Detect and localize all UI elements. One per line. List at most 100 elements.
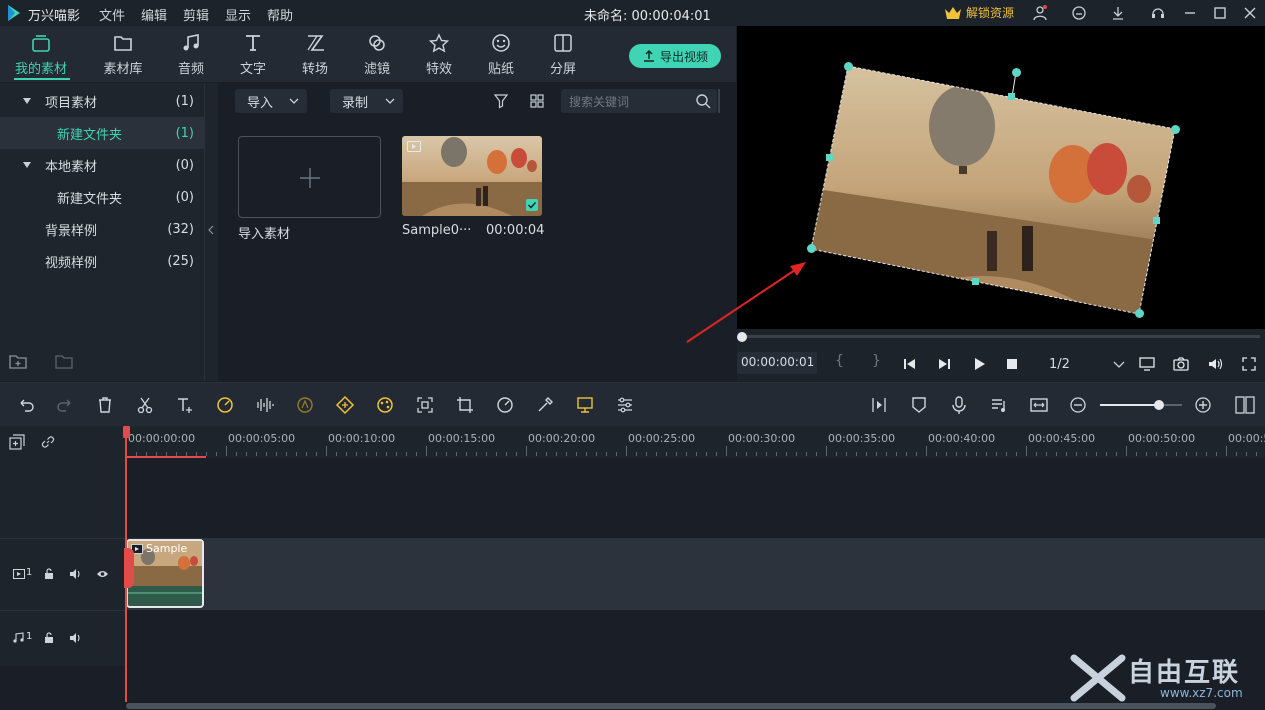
import-dropdown[interactable]: 导入	[235, 89, 307, 113]
zoom-slider-track[interactable]	[1100, 404, 1182, 406]
menu-edit[interactable]: 编辑	[141, 5, 167, 24]
quality-dropdown[interactable]: 1/2	[1037, 353, 1127, 375]
empty-track-area[interactable]	[126, 458, 1265, 538]
tree-item-new-folder-2[interactable]: 新建文件夹 (0)	[0, 181, 204, 213]
zoom-in-icon[interactable]	[1193, 395, 1213, 415]
display-monitor-icon[interactable]	[1139, 356, 1155, 372]
speaker-icon[interactable]	[69, 568, 82, 580]
menu-view[interactable]: 显示	[225, 5, 251, 24]
microphone-icon[interactable]	[949, 395, 969, 415]
minimize-button[interactable]	[1180, 3, 1200, 23]
import-media-card[interactable]	[238, 136, 381, 218]
resize-handle-top-left[interactable]	[844, 62, 853, 71]
menu-help[interactable]: 帮助	[267, 5, 293, 24]
keyframe-diamond-icon[interactable]	[335, 395, 355, 415]
tool-split-screen[interactable]: 分屏	[535, 32, 591, 77]
undo-icon[interactable]	[16, 395, 36, 415]
resize-handle-bottom[interactable]	[972, 278, 979, 285]
tree-item-project-media[interactable]: 项目素材 (1)	[0, 85, 204, 117]
filter-funnel-icon[interactable]	[493, 93, 509, 109]
speed-gauge-icon[interactable]	[495, 395, 515, 415]
timeline-scrollbar[interactable]	[126, 703, 1216, 709]
grid-view-icon[interactable]	[529, 93, 545, 109]
marker-shield-icon[interactable]	[909, 395, 929, 415]
link-icon[interactable]	[40, 434, 56, 450]
redo-icon[interactable]	[55, 395, 75, 415]
download-button[interactable]	[1108, 3, 1128, 23]
media-clip-thumbnail[interactable]	[402, 136, 542, 216]
tree-item-local-media[interactable]: 本地素材 (0)	[0, 149, 204, 181]
tree-item-video-samples[interactable]: 视频样例 (25)	[0, 245, 204, 277]
export-video-button[interactable]: 导出视频	[629, 44, 721, 68]
playhead-handle[interactable]	[123, 426, 130, 438]
tool-effects[interactable]: 特效	[411, 32, 467, 77]
search-input[interactable]: 搜索关键词	[561, 89, 717, 113]
resize-handle-left[interactable]	[826, 154, 833, 161]
scissors-icon[interactable]	[135, 395, 155, 415]
feedback-button[interactable]	[1069, 3, 1089, 23]
tool-stickers[interactable]: 贴纸	[473, 32, 529, 77]
unlock-resources-button[interactable]: 解锁资源	[944, 4, 1014, 21]
playback-scrubber[interactable]	[737, 332, 747, 342]
audio-wave-icon[interactable]	[255, 395, 275, 415]
clip-trim-marker[interactable]	[124, 548, 134, 588]
rotate-handle[interactable]	[1012, 68, 1021, 77]
stop-icon[interactable]	[1006, 358, 1018, 370]
playback-progress-track[interactable]	[742, 335, 1260, 338]
next-frame-icon[interactable]	[937, 357, 951, 371]
tool-filter[interactable]: 滤镜	[349, 32, 405, 77]
tree-item-new-folder-1[interactable]: 新建文件夹 (1)	[0, 117, 204, 149]
panel-divider[interactable]	[204, 83, 218, 381]
color-palette-icon[interactable]	[375, 395, 395, 415]
delete-trash-icon[interactable]	[95, 395, 115, 415]
timeline-video-clip[interactable]: Sample	[126, 539, 204, 608]
tool-my-media[interactable]: 我的素材	[13, 32, 69, 77]
support-button[interactable]	[1148, 3, 1168, 23]
motion-track-icon[interactable]	[415, 395, 435, 415]
render-preview-icon[interactable]	[869, 395, 889, 415]
color-picker-icon[interactable]	[535, 395, 555, 415]
tool-audio[interactable]: 音频	[163, 32, 219, 77]
add-track-icon[interactable]	[9, 434, 25, 450]
video-track-lane[interactable]	[126, 538, 1265, 610]
add-text-icon[interactable]	[175, 395, 195, 415]
mark-in-icon[interactable]: {	[835, 353, 844, 369]
resize-handle-bottom-right[interactable]	[1135, 309, 1144, 318]
mark-out-icon[interactable]: }	[872, 353, 881, 369]
resize-handle-top[interactable]	[1008, 93, 1015, 100]
resize-handle-right[interactable]	[1153, 217, 1160, 224]
speed-ramp-icon[interactable]	[215, 395, 235, 415]
account-button[interactable]	[1030, 3, 1050, 23]
previous-frame-icon[interactable]	[903, 357, 917, 371]
tree-item-background-samples[interactable]: 背景样例 (32)	[0, 213, 204, 245]
tool-media-library[interactable]: 素材库	[95, 32, 151, 77]
menu-file[interactable]: 文件	[99, 5, 125, 24]
record-dropdown[interactable]: 录制	[330, 89, 403, 113]
audio-mixer-icon[interactable]	[989, 395, 1009, 415]
crop-icon[interactable]	[455, 395, 475, 415]
lock-open-icon[interactable]	[43, 632, 55, 644]
zoom-slider-knob[interactable]	[1154, 400, 1165, 410]
menu-clip[interactable]: 剪辑	[183, 5, 209, 24]
green-screen-icon[interactable]	[575, 395, 595, 415]
ai-circle-icon[interactable]	[295, 395, 315, 415]
maximize-button[interactable]	[1210, 3, 1230, 23]
tool-text[interactable]: 文字	[225, 32, 281, 77]
snapshot-camera-icon[interactable]	[1173, 356, 1189, 372]
folder-outline-icon[interactable]	[55, 353, 73, 369]
fit-timeline-icon[interactable]	[1029, 395, 1049, 415]
resize-handle-top-right[interactable]	[1171, 125, 1180, 134]
fullscreen-icon[interactable]	[1241, 356, 1257, 372]
volume-icon[interactable]	[1207, 356, 1223, 372]
eye-icon[interactable]	[96, 569, 109, 579]
zoom-out-icon[interactable]	[1068, 395, 1088, 415]
tool-transition[interactable]: 转场	[287, 32, 343, 77]
adjust-sliders-icon[interactable]	[615, 395, 635, 415]
layout-columns-icon[interactable]	[1235, 395, 1255, 415]
add-folder-icon[interactable]	[9, 353, 27, 369]
close-button[interactable]	[1240, 3, 1260, 23]
play-icon[interactable]	[972, 357, 986, 371]
speaker-icon[interactable]	[69, 632, 82, 644]
lock-open-icon[interactable]	[43, 568, 55, 580]
scrollbar[interactable]	[718, 89, 720, 113]
